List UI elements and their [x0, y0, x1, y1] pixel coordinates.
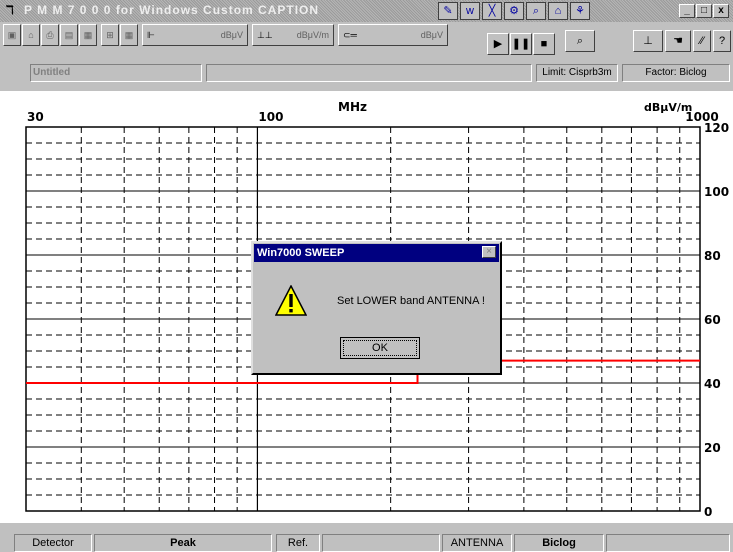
- y-tick-label: 20: [704, 441, 721, 455]
- edit-icon[interactable]: ⁄⁄: [693, 30, 711, 52]
- print-icon[interactable]: ⎙: [41, 24, 59, 46]
- window-controls: _ □ x: [679, 4, 729, 18]
- units-probe-button[interactable]: ⊂═ dBμV: [338, 24, 448, 46]
- probe-icon: ⊂═: [343, 30, 357, 40]
- antenna-icon: ⊥⊥: [257, 30, 273, 40]
- font-icon[interactable]: w: [460, 2, 480, 20]
- toolbar: ▣ ⌂ ⎙ ▤ ▦ ⊞ ▦ ⊩ dBμV ⊥⊥ dBμV/m ⊂═ dBμV ▶…: [0, 22, 733, 64]
- grid-icon[interactable]: ▦: [79, 24, 97, 46]
- close-button[interactable]: x: [713, 4, 729, 18]
- units-dbuv-button[interactable]: ⊩ dBμV: [142, 24, 248, 46]
- pause-icon[interactable]: ❚❚: [510, 33, 532, 55]
- open-icon[interactable]: ⌂: [22, 24, 40, 46]
- title-bar: ℸ P M M 7 0 0 0 for Windows Custom CAPTI…: [0, 0, 733, 22]
- pen-icon[interactable]: ✎: [438, 2, 458, 20]
- app-icon[interactable]: ℸ: [6, 3, 14, 17]
- window-title: P M M 7 0 0 0 for Windows Custom CAPTION: [24, 3, 320, 17]
- dialog-close-icon[interactable]: ×: [482, 246, 496, 258]
- y-tick-label: 60: [704, 313, 721, 327]
- document-icon[interactable]: ▤: [60, 24, 78, 46]
- file-name: Untitled: [30, 64, 202, 82]
- status-empty-right: [606, 534, 730, 552]
- ok-button[interactable]: OK: [340, 337, 420, 359]
- calibration-icon[interactable]: ⚘: [570, 2, 590, 20]
- x-tick-label: 30: [27, 110, 44, 124]
- minimize-button[interactable]: _: [679, 4, 695, 18]
- binoculars-icon[interactable]: ⌂: [548, 2, 568, 20]
- bottom-status-bar: Detector Peak Ref. ANTENNA Biclog: [0, 530, 733, 552]
- y-tick-label: 120: [704, 121, 729, 135]
- ref-value: [322, 534, 440, 552]
- status-empty: [206, 64, 532, 82]
- dialog-message: Set LOWER band ANTENNA !: [337, 295, 485, 307]
- antenna-label: ANTENNA: [442, 534, 512, 552]
- antenna-value: Biclog: [514, 534, 604, 552]
- y-tick-label: 100: [704, 185, 729, 199]
- dialog-title: Win7000 SWEEP: [254, 244, 499, 262]
- save-icon[interactable]: ▣: [3, 24, 21, 46]
- y-tick-label: 0: [704, 505, 712, 519]
- settings-icon[interactable]: ⚙: [504, 2, 524, 20]
- maximize-button[interactable]: □: [696, 4, 712, 18]
- detector-label: Detector: [14, 534, 92, 552]
- graph-icon[interactable]: ╳: [482, 2, 502, 20]
- zoom-icon[interactable]: ⌕: [526, 2, 546, 20]
- marker-icon[interactable]: ⊥: [633, 30, 663, 52]
- sweep-dialog: Win7000 SWEEP × Set LOWER band ANTENNA !…: [251, 241, 502, 375]
- y-axis-unit: dBμV/m: [644, 101, 692, 114]
- hand-icon[interactable]: ☚: [665, 30, 691, 52]
- y-tick-label: 40: [704, 377, 721, 391]
- factor-label: Factor: Biclog: [622, 64, 730, 82]
- help-icon[interactable]: ?: [713, 30, 731, 52]
- table-icon[interactable]: ▦: [120, 24, 138, 46]
- detector-value: Peak: [94, 534, 272, 552]
- bandwidth-icon[interactable]: ⊞: [101, 24, 119, 46]
- x-tick-label: 100: [258, 110, 283, 124]
- meter-icon: ⊩: [147, 30, 155, 40]
- ref-label: Ref.: [276, 534, 320, 552]
- warning-icon: [275, 285, 307, 316]
- y-tick-label: 80: [704, 249, 721, 263]
- limit-label: Limit: Cisprb3m: [536, 64, 618, 82]
- search-icon[interactable]: ⌕: [565, 30, 595, 52]
- units-dbuvm-button[interactable]: ⊥⊥ dBμV/m: [252, 24, 334, 46]
- stop-icon[interactable]: ■: [533, 33, 555, 55]
- play-icon[interactable]: ▶: [487, 33, 509, 55]
- x-axis-unit: MHz: [338, 100, 367, 114]
- title-toolbar: ✎ w ╳ ⚙ ⌕ ⌂ ⚘: [438, 2, 590, 20]
